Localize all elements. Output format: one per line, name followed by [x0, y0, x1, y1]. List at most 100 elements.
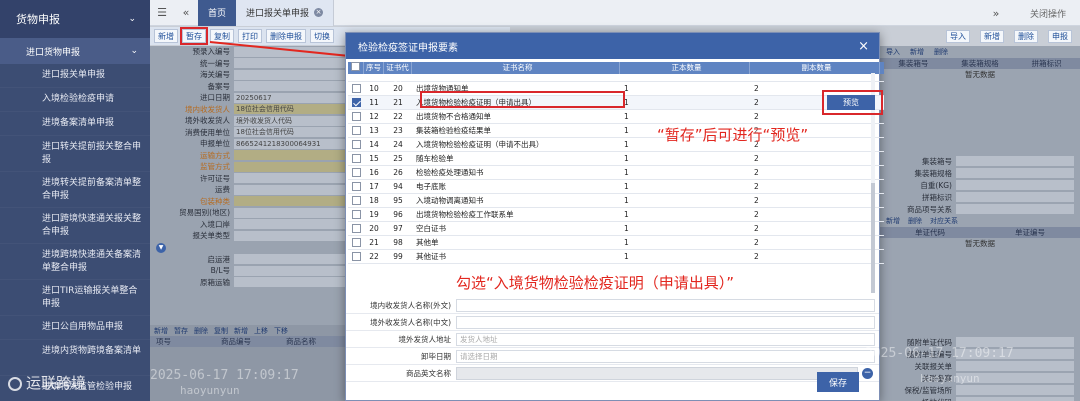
cell-original-count[interactable]: 1	[620, 182, 750, 191]
form-input[interactable]: 境外收发货人代码	[234, 115, 345, 126]
form-input[interactable]	[956, 192, 1074, 202]
declare-button[interactable]: 申报	[1048, 30, 1072, 43]
cell-copy-count[interactable]: 2	[750, 182, 880, 191]
row-checkbox[interactable]	[351, 238, 361, 247]
close-ops-button[interactable]: 关闭操作	[1016, 7, 1080, 20]
form-input[interactable]	[234, 150, 345, 161]
sidebar-item[interactable]: 进口报关单申报	[0, 64, 150, 88]
goods-tool-button[interactable]: 新增	[154, 326, 168, 336]
table-row[interactable]: 15 25 随车检验单 1 2	[348, 152, 884, 166]
copy-button[interactable]: 复制	[210, 29, 234, 43]
container-tool-button[interactable]: 新增	[910, 47, 924, 57]
form-input[interactable]	[956, 397, 1074, 401]
form-input[interactable]	[234, 265, 345, 276]
field-input[interactable]	[456, 315, 875, 329]
cell-copy-count[interactable]: 2	[750, 238, 880, 247]
cell-original-count[interactable]: 1	[620, 224, 750, 233]
form-input[interactable]: 18位社会信用代码	[234, 104, 345, 115]
field-input[interactable]: 发货人地址	[456, 332, 875, 346]
add-button[interactable]: 新增	[154, 29, 178, 43]
form-input[interactable]	[234, 277, 345, 288]
table-row[interactable]: 17 94 电子底账 1 2	[348, 180, 884, 194]
cell-original-count[interactable]: 1	[620, 252, 750, 261]
cell-original-count[interactable]: 1	[620, 154, 750, 163]
menu-icon[interactable]: ☰	[150, 6, 174, 19]
tab-import-declaration[interactable]: 进口报关单申报 ×	[236, 0, 335, 26]
add-icon[interactable]: −	[862, 367, 873, 379]
form-input[interactable]	[234, 207, 345, 218]
form-input[interactable]: 18位社会信用代码	[234, 127, 345, 138]
tab-home[interactable]: 首页	[198, 0, 237, 26]
goods-tool-button[interactable]: 复制	[214, 326, 228, 336]
cell-original-count[interactable]: 1	[620, 98, 750, 107]
form-input[interactable]	[956, 385, 1074, 395]
container-tool-button[interactable]: 导入	[886, 47, 900, 57]
table-row[interactable]	[348, 74, 884, 82]
form-input[interactable]	[234, 173, 345, 184]
table-row[interactable]: 16 26 检验检疫处理通知书 1 2	[348, 166, 884, 180]
goods-tool-button[interactable]: 暂存	[174, 326, 188, 336]
cell-copy-count[interactable]: 2	[750, 252, 880, 261]
goods-tool-button[interactable]: 上移	[254, 326, 268, 336]
table-row[interactable]: 12 22 出境货物不合格通知单 1 2	[348, 110, 884, 124]
sidebar-item[interactable]: 进境转关提前备案清单整合申报	[0, 172, 150, 208]
cell-original-count[interactable]: 1	[620, 168, 750, 177]
form-input[interactable]	[234, 184, 345, 195]
cell-original-count[interactable]: 1	[620, 112, 750, 121]
add-button[interactable]: 新增	[980, 30, 1004, 43]
form-input[interactable]	[234, 254, 345, 265]
cell-copy-count[interactable]: 2	[750, 168, 880, 177]
row-checkbox[interactable]	[351, 210, 361, 219]
form-input[interactable]: 20250617	[234, 92, 345, 103]
close-icon[interactable]: ×	[314, 8, 324, 17]
sidebar-header[interactable]: 货物申报 ⌄	[0, 0, 150, 38]
sidebar-item[interactable]: 入境检验检疫申请	[0, 88, 150, 112]
row-checkbox[interactable]	[351, 84, 361, 93]
close-icon[interactable]: ×	[858, 39, 869, 54]
container-tool-button[interactable]: 删除	[934, 47, 948, 57]
cell-copy-count[interactable]: 2	[750, 210, 880, 219]
form-input[interactable]: 8665241218300064931	[234, 138, 345, 149]
row-checkbox[interactable]	[351, 140, 361, 149]
cell-copy-count[interactable]: 2	[750, 224, 880, 233]
sidebar-item[interactable]: 进口TIR运输报关单整合申报	[0, 280, 150, 316]
expand-icon[interactable]: ▼	[156, 242, 166, 253]
switch-button[interactable]: 切换	[310, 29, 334, 43]
table-row[interactable]: 20 97 空白证书 1 2	[348, 222, 884, 236]
sidebar-section[interactable]: 进口货物申报 ⌄	[0, 38, 150, 64]
goods-tool-button[interactable]: 下移	[274, 326, 288, 336]
row-checkbox[interactable]	[351, 126, 361, 135]
field-input[interactable]: 请选择日期	[456, 349, 875, 363]
form-input[interactable]	[956, 156, 1074, 166]
delete-declare-button[interactable]: 删除申报	[266, 29, 306, 43]
temp-save-button[interactable]: 暂存	[180, 27, 208, 45]
print-button[interactable]: 打印	[238, 29, 262, 43]
row-checkbox[interactable]	[351, 98, 361, 107]
row-checkbox[interactable]	[351, 252, 361, 261]
form-input[interactable]	[956, 180, 1074, 190]
cell-copy-count[interactable]: 2	[750, 196, 880, 205]
sidebar-item[interactable]: 进口跨境快速通关报关整合申报	[0, 208, 150, 244]
form-input[interactable]	[234, 161, 345, 172]
cell-original-count[interactable]: 1	[620, 84, 750, 93]
cell-copy-count[interactable]: 2	[750, 154, 880, 163]
sidebar-item[interactable]: 进境备案清单申报	[0, 112, 150, 136]
table-row[interactable]: 19 96 出境货物检验检疫工作联系单 1 2	[348, 208, 884, 222]
table-row[interactable]: 21 98 其他单 1 2	[348, 236, 884, 250]
doc-tool-button[interactable]: 新增	[886, 216, 900, 226]
form-input[interactable]	[234, 46, 345, 57]
field-input[interactable]	[456, 366, 858, 380]
field-input[interactable]	[456, 298, 875, 312]
delete-button[interactable]: 删除	[1014, 30, 1038, 43]
row-checkbox[interactable]	[351, 182, 361, 191]
form-input[interactable]	[234, 69, 345, 80]
sidebar-item[interactable]: 进境跨境快速通关备案清单整合申报	[0, 244, 150, 280]
form-input[interactable]	[234, 230, 345, 241]
form-input[interactable]	[956, 204, 1074, 214]
row-checkbox[interactable]	[351, 168, 361, 177]
row-checkbox[interactable]	[351, 112, 361, 121]
cell-original-count[interactable]: 1	[620, 210, 750, 219]
sidebar-item[interactable]: 进境内货物跨境备案清单	[0, 340, 150, 376]
doc-tool-button[interactable]: 删除	[908, 216, 922, 226]
back-double-icon[interactable]: «	[174, 6, 198, 19]
